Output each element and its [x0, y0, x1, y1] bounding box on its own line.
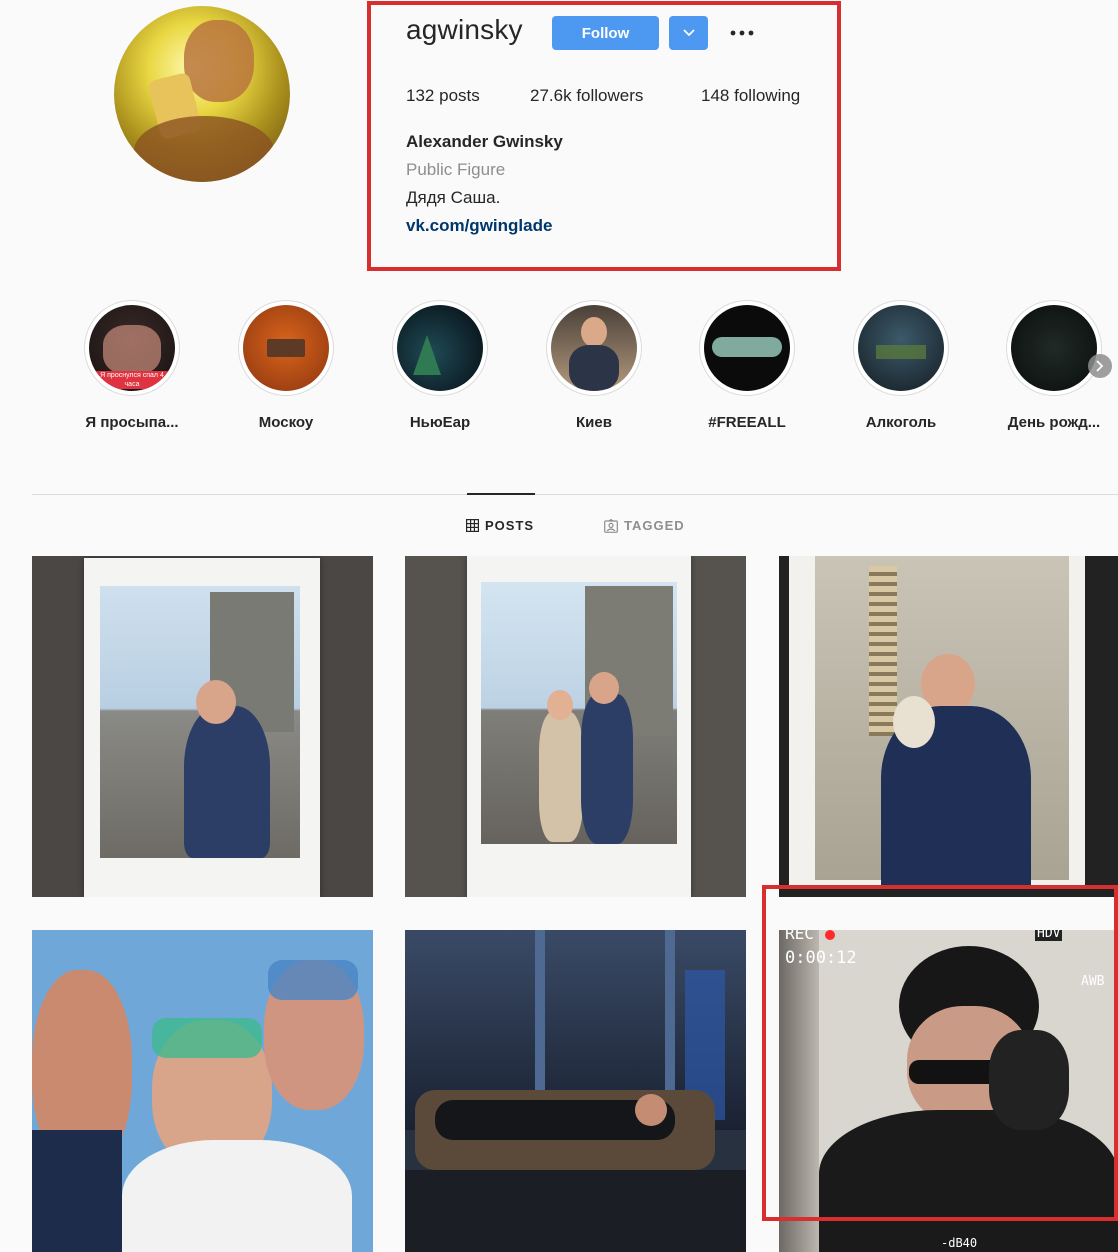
highlight-item[interactable]: Киев	[546, 300, 642, 431]
grid-icon	[466, 519, 479, 532]
followers-label: followers	[576, 86, 644, 105]
profile-avatar[interactable]	[114, 6, 290, 182]
video-awb-label: AWB	[1081, 974, 1105, 989]
profile-bio: Дядя Саша.	[406, 188, 501, 207]
highlight-label: День рожд...	[1007, 414, 1101, 431]
tab-posts[interactable]: POSTS	[466, 518, 534, 533]
stat-following[interactable]: 148 following	[701, 86, 800, 106]
highlights-next-button[interactable]	[1088, 354, 1112, 378]
more-dots-icon	[730, 30, 754, 36]
chevron-right-icon	[1096, 360, 1104, 372]
posts-label: posts	[439, 86, 480, 105]
highlight-item[interactable]: Москоу	[238, 300, 334, 431]
post-thumbnail[interactable]	[32, 930, 373, 1252]
suggested-dropdown-button[interactable]	[669, 16, 708, 50]
highlight-item[interactable]: Алкоголь	[853, 300, 949, 431]
active-tab-indicator	[467, 493, 535, 495]
highlight-label: Киев	[576, 414, 612, 431]
more-options-button[interactable]	[726, 18, 758, 48]
chevron-down-icon	[682, 29, 695, 37]
highlight-item[interactable]: #FREEALL	[699, 300, 795, 431]
profile-full-name: Alexander Gwinsky	[406, 132, 563, 151]
tab-tagged[interactable]: TAGGED	[604, 518, 685, 533]
posts-count: 132	[406, 86, 435, 105]
following-count: 148	[701, 86, 730, 105]
tab-tagged-label: TAGGED	[624, 518, 685, 533]
tagged-icon	[604, 518, 618, 533]
profile-category: Public Figure	[406, 160, 506, 179]
video-rec-label: REC	[785, 930, 814, 943]
profile-link[interactable]: vk.com/gwinglade	[406, 216, 552, 236]
post-thumbnail[interactable]	[405, 930, 746, 1252]
following-label: following	[734, 86, 801, 105]
followers-count: 27.6k	[530, 86, 572, 105]
stat-followers[interactable]: 27.6k followers	[530, 86, 643, 106]
highlight-label: Москоу	[258, 414, 314, 431]
post-thumbnail[interactable]	[405, 556, 746, 897]
highlight-item[interactable]: Я проснулся спал 4 часа Я просыпа...	[84, 300, 180, 431]
highlight-label: Я просыпа...	[85, 414, 179, 431]
highlight-label: НьюЕар	[409, 414, 471, 431]
video-hd-label: HDV	[1035, 930, 1063, 941]
highlight-label: Алкоголь	[865, 414, 937, 431]
video-db-label: -dB40	[941, 1236, 978, 1250]
tab-posts-label: POSTS	[485, 518, 535, 533]
post-thumbnail[interactable]	[32, 556, 373, 897]
stat-posts: 132 posts	[406, 86, 480, 106]
video-timer: 0:00:12	[785, 948, 857, 968]
tabs-divider	[32, 494, 1118, 495]
highlight-item[interactable]: НьюЕар	[392, 300, 488, 431]
follow-button[interactable]: Follow	[552, 16, 659, 50]
rec-dot-icon	[825, 930, 835, 940]
profile-username: agwinsky	[406, 14, 523, 45]
post-thumbnail[interactable]	[779, 556, 1118, 897]
highlight-label: #FREEALL	[708, 414, 786, 431]
post-thumbnail[interactable]: REC 0:00:12 HDV AWB -dB40	[779, 930, 1118, 1252]
highlight-overlay-text: Я проснулся спал 4 часа	[95, 371, 169, 389]
